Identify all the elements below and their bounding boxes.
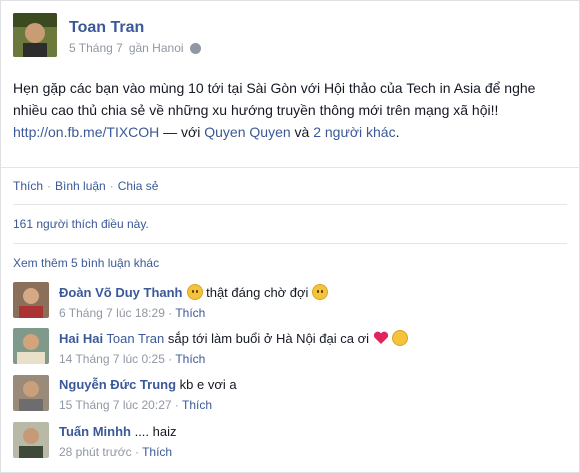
comment-text: thật đáng chờ đợi <box>202 285 313 300</box>
share-button[interactable]: Chia sẻ <box>118 179 159 193</box>
commenter-name[interactable]: Hai Hai <box>59 331 103 346</box>
smiley-icon <box>186 284 203 300</box>
and-text: và <box>290 124 314 140</box>
post-link[interactable]: http://on.fb.me/TIXCOH <box>13 124 159 140</box>
comment-like-button[interactable]: Thích <box>175 306 205 320</box>
comment-meta: 28 phút trước · Thích <box>59 445 173 459</box>
comment-button[interactable]: Bình luận <box>55 179 106 193</box>
view-more-comments-link[interactable]: Xem thêm 5 bình luận khác <box>13 256 159 270</box>
comment-meta: 6 Tháng 7 lúc 18:29 · Thích <box>59 306 206 320</box>
post-date[interactable]: 5 Tháng 7 <box>69 41 123 55</box>
comment-time[interactable]: 15 Tháng 7 lúc 20:27 <box>59 398 172 412</box>
likes-summary[interactable]: 161 người thích điều này. <box>13 217 149 231</box>
wink-icon <box>391 330 408 346</box>
post-meta: 5 Tháng 7 gần Hanoi <box>69 41 201 55</box>
others-link[interactable]: 2 người khác <box>313 124 395 140</box>
comment-item: Nguyễn Đức Trung kb e vơi a 15 Tháng 7 l… <box>13 375 563 415</box>
comment-item: Đoàn Võ Duy Thanh thật đáng chờ đợi 6 Th… <box>13 282 563 322</box>
commenter-avatar[interactable] <box>13 328 49 364</box>
post-text: Hẹn gặp các bạn vào mùng 10 tới tại Sài … <box>13 80 536 118</box>
comment-body: Nguyễn Đức Trung kb e vơi a 15 Tháng 7 l… <box>59 377 237 413</box>
commenter-avatar[interactable] <box>13 422 49 458</box>
comment-text: .... haiz <box>130 424 177 439</box>
comment-item: Hai Hai Toan Tran sắp tới làm buổi ở Hà … <box>13 328 563 368</box>
post-body: Hẹn gặp các bạn vào mùng 10 tới tại Sài … <box>13 77 563 143</box>
comment-like-button[interactable]: Thích <box>175 352 205 366</box>
heart-icon <box>373 331 388 344</box>
globe-icon[interactable] <box>189 42 201 54</box>
comment-time[interactable]: 6 Tháng 7 lúc 18:29 <box>59 306 165 320</box>
smiley-icon <box>312 284 329 300</box>
divider <box>13 243 567 244</box>
post-actions: Thích · Bình luận · Chia sẻ <box>13 179 158 193</box>
with-prefix: — với <box>159 124 205 140</box>
author-avatar[interactable] <box>13 13 57 57</box>
action-separator: · <box>47 179 52 193</box>
comment-meta: 14 Tháng 7 lúc 0:25 · Thích <box>59 352 206 366</box>
divider <box>13 204 567 205</box>
comment-text: kb e vơi a <box>176 377 237 392</box>
tagged-user-link[interactable]: Quyen Quyen <box>204 124 290 140</box>
commenter-name[interactable]: Tuấn Minhh <box>59 424 131 439</box>
comment-time[interactable]: 14 Tháng 7 lúc 0:25 <box>59 352 165 366</box>
post-end-punct: . <box>395 124 400 140</box>
comment-meta: 15 Tháng 7 lúc 20:27 · Thích <box>59 398 213 412</box>
comment-time[interactable]: 28 phút trước <box>59 445 132 459</box>
divider <box>1 167 579 168</box>
action-separator: · <box>109 179 114 193</box>
mention-link[interactable]: Toan Tran <box>106 331 164 346</box>
comment-like-button[interactable]: Thích <box>182 398 212 412</box>
comment-body: Tuấn Minhh .... haiz 28 phút trước · Thí… <box>59 424 177 460</box>
post-location[interactable]: gần Hanoi <box>129 41 184 55</box>
comment-item: Tuấn Minhh .... haiz 28 phút trước · Thí… <box>13 422 563 462</box>
commenter-name[interactable]: Đoàn Võ Duy Thanh <box>59 285 183 300</box>
like-button[interactable]: Thích <box>13 179 43 193</box>
comment-body: Hai Hai Toan Tran sắp tới làm buổi ở Hà … <box>59 330 408 367</box>
post-header: Toan Tran 5 Tháng 7 gần Hanoi <box>13 13 563 63</box>
commenter-avatar[interactable] <box>13 282 49 318</box>
commenter-avatar[interactable] <box>13 375 49 411</box>
post-card: Toan Tran 5 Tháng 7 gần Hanoi Hẹn gặp cá… <box>0 0 580 473</box>
comment-text: sắp tới làm buổi ở Hà Nội đại ca ơi <box>164 331 373 346</box>
comment-like-button[interactable]: Thích <box>142 445 172 459</box>
commenter-name[interactable]: Nguyễn Đức Trung <box>59 377 176 392</box>
post-author-name[interactable]: Toan Tran <box>69 19 144 37</box>
comment-body: Đoàn Võ Duy Thanh thật đáng chờ đợi 6 Th… <box>59 284 329 321</box>
